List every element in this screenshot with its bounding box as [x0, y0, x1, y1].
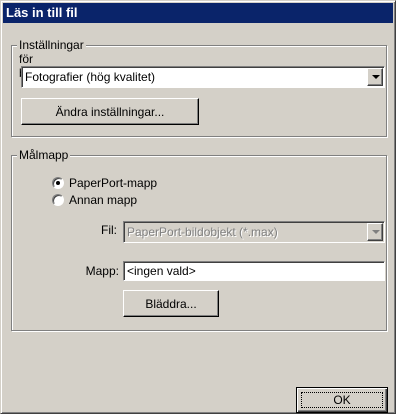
file-label: Fil: [101, 223, 117, 237]
change-settings-label: Ändra inställningar... [55, 104, 165, 119]
radio-other-folder[interactable]: Annan mapp [52, 193, 192, 209]
browse-button[interactable]: Bläddra... [123, 290, 219, 317]
folder-path-field[interactable]: <ingen vald> [123, 261, 385, 281]
ok-button[interactable]: OK [296, 387, 388, 413]
scanner-preset-dropdown[interactable]: Fotografier (hög kvalitet) [21, 66, 385, 88]
radio-other-label: Annan mapp [69, 193, 138, 207]
title-bar[interactable]: Läs in till fil [3, 3, 393, 23]
radio-paperport-label: PaperPort-mapp [69, 176, 158, 190]
chevron-down-icon [372, 75, 380, 79]
target-folder-legend: Målmapp [17, 148, 71, 162]
dialog-window: Läs in till fil Inställningar för bildlä… [0, 0, 396, 414]
radio-paperport-folder[interactable]: PaperPort-mapp [52, 176, 192, 192]
file-type-dropdown[interactable]: PaperPort-bildobjekt (*.max) [123, 221, 385, 243]
chevron-down-icon [372, 230, 380, 234]
dropdown-button[interactable] [367, 68, 383, 86]
scanner-preset-value: Fotografier (hög kvalitet) [25, 70, 156, 84]
ok-focus-rect [301, 392, 383, 408]
window-title: Läs in till fil [6, 5, 78, 20]
file-type-value: PaperPort-bildobjekt (*.max) [127, 225, 278, 239]
browse-button-label: Bläddra... [145, 296, 197, 311]
folder-label: Mapp: [85, 264, 119, 278]
radio-button-selected[interactable] [52, 177, 64, 189]
radio-button[interactable] [52, 194, 64, 206]
change-settings-button[interactable]: Ändra inställningar... [21, 98, 199, 125]
file-dropdown-button[interactable] [367, 223, 383, 241]
radio-dot-icon [56, 181, 60, 185]
